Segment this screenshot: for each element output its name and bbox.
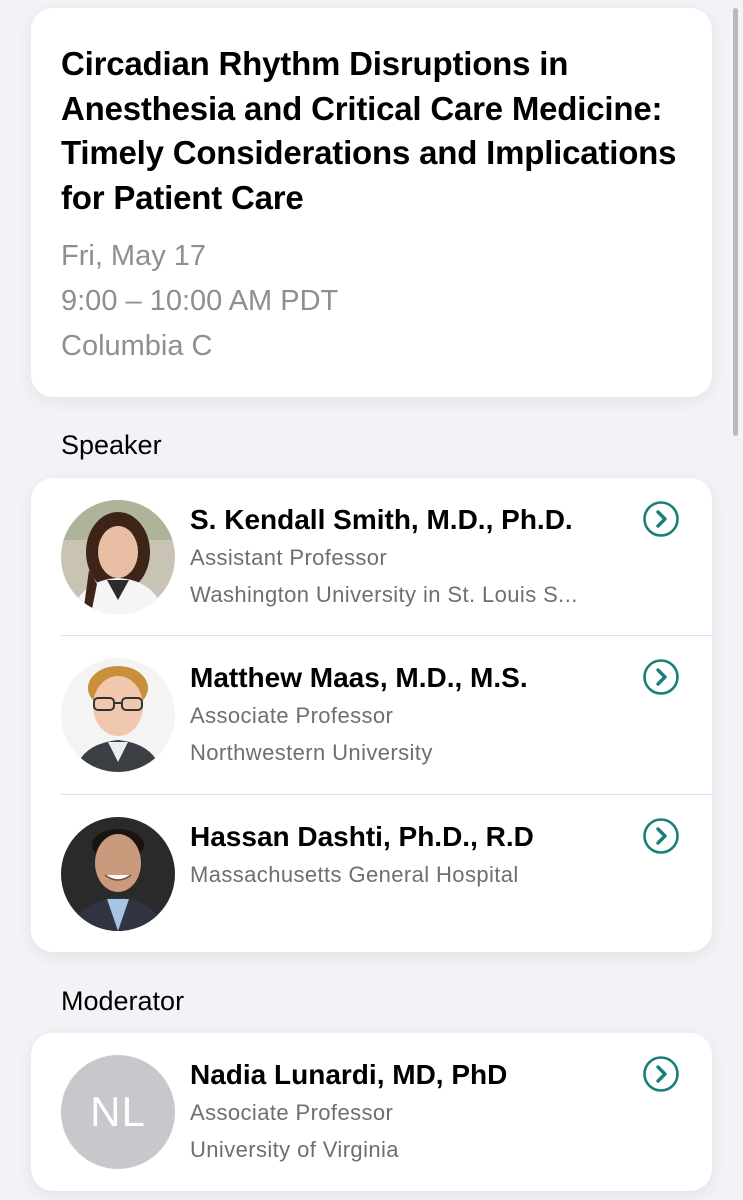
speaker-list: S. Kendall Smith, M.D., Ph.D. Assistant … [31,478,712,952]
speaker-name: Matthew Maas, M.D., M.S. [190,662,528,693]
session-time: 9:00 – 10:00 AM PDT [61,285,339,317]
speaker-row-dashti[interactable]: Hassan Dashti, Ph.D., R.D Massachusetts … [31,795,712,952]
moderator-title: Associate Professor [190,1100,394,1125]
speaker-row-smith[interactable]: S. Kendall Smith, M.D., Ph.D. Assistant … [31,478,712,636]
speaker-title: Assistant Professor [190,545,388,570]
speaker-row-maas[interactable]: Matthew Maas, M.D., M.S. Associate Profe… [31,636,712,794]
session-card: Circadian Rhythm Disruptions in Anesthes… [31,8,712,397]
session-date: Fri, May 17 [61,240,207,272]
scrollbar[interactable] [733,8,738,436]
chevron-right-circle-icon[interactable] [642,658,680,696]
moderator-row-lunardi[interactable]: NL Nadia Lunardi, MD, PhD Associate Prof… [31,1033,712,1191]
chevron-right-circle-icon[interactable] [642,817,680,855]
moderator-section-label: Moderator [61,986,185,1016]
moderator-list: NL Nadia Lunardi, MD, PhD Associate Prof… [31,1033,712,1191]
session-location: Columbia C [61,330,213,362]
speaker-affiliation: Massachusetts General Hospital [190,862,519,887]
moderator-name: Nadia Lunardi, MD, PhD [190,1059,508,1090]
session-title: Circadian Rhythm Disruptions in Anesthes… [61,45,677,216]
speaker-name: Hassan Dashti, Ph.D., R.D [190,821,534,852]
speaker-photo-smith [61,500,175,614]
speaker-section-label: Speaker [61,430,162,460]
speaker-affiliation: Northwestern University [190,740,433,765]
speaker-photo-maas [61,658,175,772]
moderator-affiliation: University of Virginia [190,1137,399,1162]
speaker-affiliation: Washington University in St. Louis S... [190,582,578,607]
speaker-name: S. Kendall Smith, M.D., Ph.D. [190,504,573,535]
chevron-right-circle-icon[interactable] [642,1055,680,1093]
chevron-right-circle-icon[interactable] [642,500,680,538]
speaker-photo-dashti [61,817,175,931]
moderator-avatar: NL [61,1055,175,1169]
speaker-title: Associate Professor [190,703,394,728]
